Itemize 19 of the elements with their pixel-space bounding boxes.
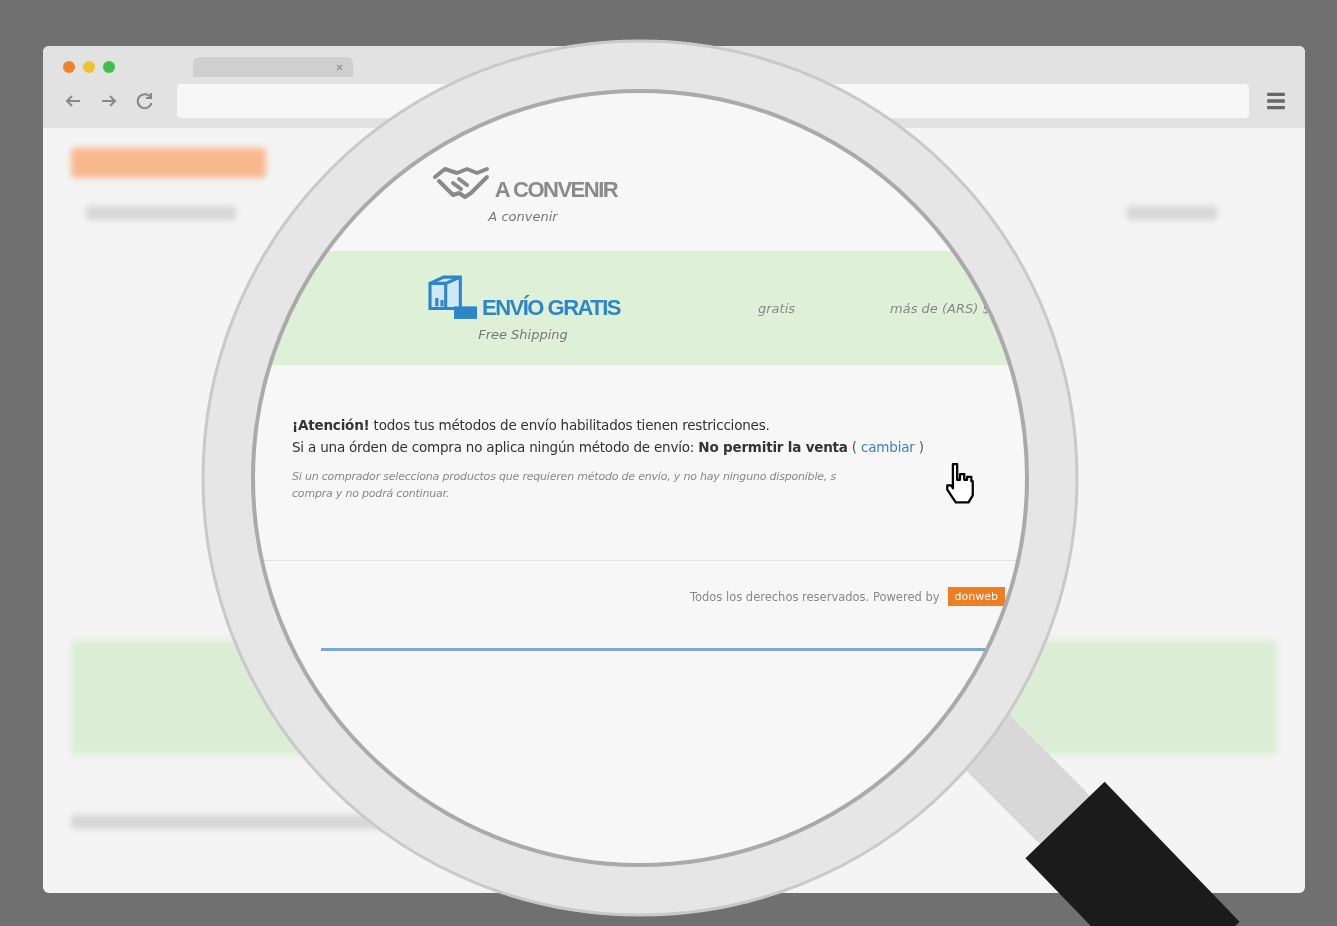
shipping-cost: gratis <box>758 300 796 316</box>
minimize-window-icon[interactable] <box>83 61 95 73</box>
shipping-method-title: ENVÍO GRATIS <box>481 294 621 321</box>
change-link[interactable]: cambiar <box>861 439 915 455</box>
fallback-rule-text: Si a una órden de compra no aplica ningún método de envío: No permitir la venta ( cambiar ) <box>292 439 925 455</box>
close-window-icon[interactable] <box>63 61 75 73</box>
shipping-method-subtitle: Free Shipping <box>478 326 568 342</box>
reload-icon[interactable] <box>135 91 155 111</box>
help-note: Si un comprador selecciona productos que requieren método de envío, y no hay ninguno disponible, s compra y no podrá continuar. <box>292 469 836 502</box>
shipping-method-title: A CONVENIR <box>494 176 618 203</box>
hand-cursor-icon <box>943 461 977 507</box>
shipping-method-subtitle: A convenir <box>488 208 558 224</box>
warning-text: ¡Atención! todos tus métodos de envío habilitados tienen restricciones. <box>292 417 771 433</box>
maximize-window-icon[interactable] <box>103 61 115 73</box>
close-icon[interactable] <box>336 63 343 71</box>
copyright-text: Todos los derechos reservados. Powered by <box>689 589 940 604</box>
package-icon <box>425 274 480 321</box>
brand-badge[interactable]: donweb <box>947 587 1005 606</box>
menu-icon[interactable] <box>1265 90 1287 112</box>
